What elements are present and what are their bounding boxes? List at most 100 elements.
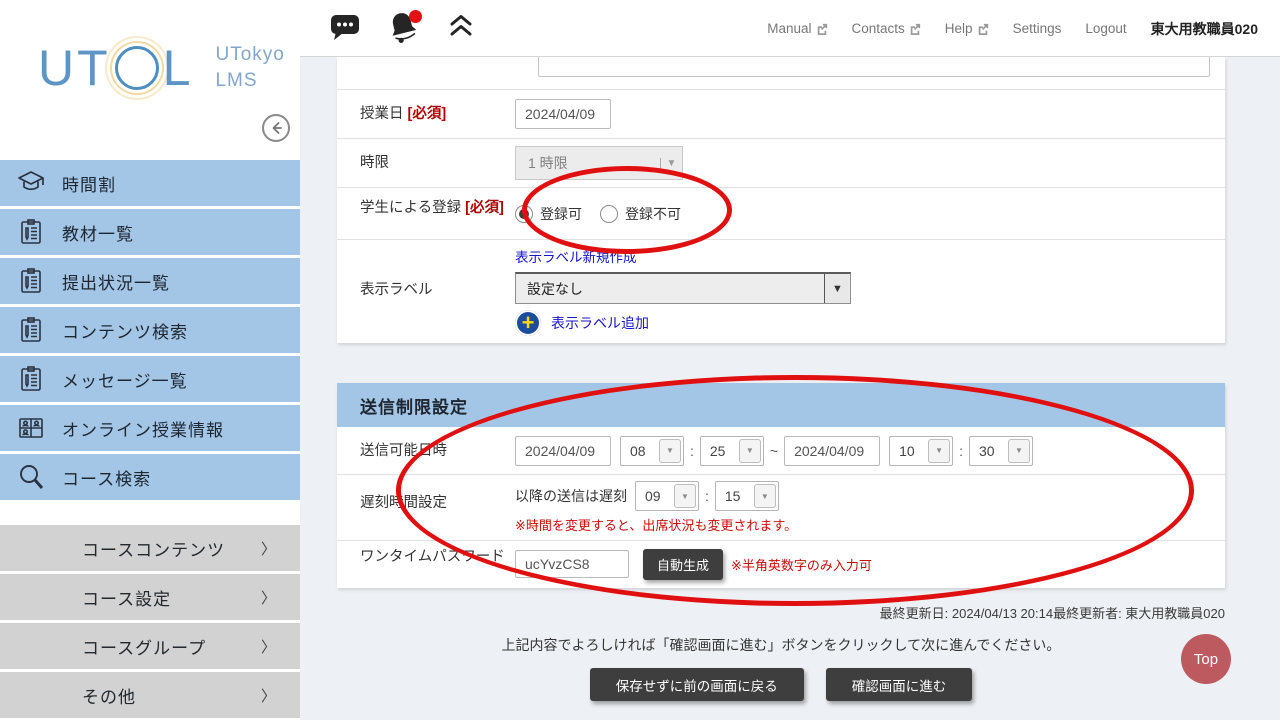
otp-input[interactable]	[515, 550, 629, 578]
course-search-icon	[0, 462, 62, 492]
help-link[interactable]: Help	[945, 21, 989, 36]
sidebar-item-label: コンテンツ検索	[62, 318, 188, 343]
available-to-minute-select[interactable]: 30 ▼	[969, 436, 1033, 466]
sidebar-item-course-settings[interactable]: コース設定 〉	[0, 574, 300, 620]
spinner-down-icon: ▼	[1008, 439, 1030, 463]
scroll-top-button[interactable]: Top	[1181, 634, 1231, 684]
available-from-minute-select[interactable]: 25 ▼	[700, 436, 764, 466]
sidebar-item-label: 提出状況一覧	[62, 269, 170, 294]
late-time-label: 遅刻時間設定	[337, 475, 515, 540]
required-badge: [必須]	[465, 200, 504, 216]
chevron-right-icon: 〉	[261, 685, 276, 706]
message-bubble-icon[interactable]	[328, 10, 362, 47]
external-link-icon	[977, 23, 989, 35]
class-date-label: 授業日	[360, 106, 404, 122]
proceed-confirm-button[interactable]: 確認画面に進む	[826, 668, 973, 701]
sidebar-item-online-class[interactable]: オンライン授業情報	[0, 405, 300, 451]
send-available-label: 送信可能日時	[337, 427, 515, 474]
student-reg-label: 学生による登録	[360, 200, 461, 216]
radio-selected-icon	[515, 205, 533, 223]
sidebar-item-course-contents[interactable]: コースコンテンツ 〉	[0, 525, 300, 571]
row-late-time: 遅刻時間設定 以降の送信は遅刻 09 ▼ : 15 ▼	[337, 475, 1225, 541]
content-search-icon	[0, 315, 62, 345]
notification-badge	[409, 10, 422, 23]
late-hour-select[interactable]: 09 ▼	[635, 481, 699, 511]
sidebar-item-submissions[interactable]: 提出状況一覧	[0, 258, 300, 304]
period-select: 1 時限 ▼	[515, 146, 683, 180]
page: UT L UTokyo LMS 時間割 教材一	[0, 0, 1280, 720]
add-display-label[interactable]: + 表示ラベル追加	[515, 310, 649, 336]
topbar: Manual Contacts Help Settings Logout 東大用…	[300, 0, 1280, 57]
available-from-hour-select[interactable]: 08 ▼	[620, 436, 684, 466]
sidebar-item-others[interactable]: その他 〉	[0, 672, 300, 718]
send-limit-header: 送信制限設定	[337, 383, 1225, 427]
main-content: 授業日 [必須] 時限 1 時限 ▼ 学生による登録	[300, 57, 1280, 720]
auto-generate-button[interactable]: 自動生成	[643, 549, 723, 580]
spinner-down-icon: ▼	[928, 439, 950, 463]
external-link-icon	[909, 23, 921, 35]
timetable-icon	[0, 168, 62, 198]
radio-registration-denied[interactable]: 登録不可	[600, 204, 681, 224]
chevron-down-icon: ▼	[824, 274, 850, 303]
row-student-registration: 学生による登録 [必須] 登録可 登録不可	[337, 188, 1225, 240]
arrow-left-icon	[268, 120, 284, 136]
messages-icon	[0, 364, 62, 394]
available-to-hour-select[interactable]: 10 ▼	[889, 436, 953, 466]
partial-text-input[interactable]	[538, 57, 1210, 77]
class-date-input[interactable]	[515, 99, 611, 129]
late-minute-select[interactable]: 15 ▼	[715, 481, 779, 511]
period-label: 時限	[337, 139, 515, 187]
settings-link[interactable]: Settings	[1013, 21, 1062, 36]
available-to-date-input[interactable]	[784, 436, 880, 466]
required-badge: [必須]	[408, 106, 447, 122]
sidebar-item-course-search[interactable]: コース検索	[0, 454, 300, 500]
instruction-text: 上記内容でよろしければ「確認画面に進む」ボタンをクリックして次に進んでください。	[337, 635, 1225, 655]
sidebar: UT L UTokyo LMS 時間割 教材一	[0, 0, 300, 720]
late-prefix-text: 以降の送信は遅刻	[515, 486, 627, 506]
back-without-save-button[interactable]: 保存せずに前の画面に戻る	[590, 668, 804, 701]
online-class-icon	[0, 413, 62, 443]
sidebar-collapse-button[interactable]	[262, 114, 290, 142]
otp-note: ※半角英数字のみ入力可	[731, 555, 872, 574]
last-updated-text: 最終更新日: 2024/04/13 20:14最終更新者: 東大用教職員020	[337, 603, 1225, 622]
topbar-icons	[328, 0, 474, 57]
sidebar-item-timetable[interactable]: 時間割	[0, 160, 300, 206]
late-warning-note: ※時間を変更すると、出席状況も変更されます。	[515, 515, 797, 534]
spinner-down-icon: ▼	[659, 439, 681, 463]
sidebar-course-nav: コースコンテンツ 〉 コース設定 〉 コースグループ 〉 その他 〉	[0, 525, 300, 720]
logo-text: UT L	[38, 43, 193, 93]
chevron-down-icon: ▼	[660, 158, 682, 169]
sidebar-item-label: メッセージ一覧	[62, 367, 188, 392]
external-link-icon	[816, 23, 828, 35]
logo-o-ring	[115, 46, 159, 90]
row-partial-input	[337, 57, 1225, 90]
topbar-links: Manual Contacts Help Settings Logout 東大用…	[767, 0, 1258, 57]
row-period: 時限 1 時限 ▼	[337, 139, 1225, 188]
create-display-label-link[interactable]: 表示ラベル新規作成	[515, 246, 637, 266]
sidebar-item-course-group[interactable]: コースグループ 〉	[0, 623, 300, 669]
logout-link[interactable]: Logout	[1085, 21, 1126, 36]
footer-buttons: 保存せずに前の画面に戻る 確認画面に進む	[337, 668, 1225, 701]
sidebar-main-nav: 時間割 教材一覧 提出状況一覧 コンテンツ検索	[0, 160, 300, 503]
chevron-right-icon: 〉	[261, 538, 276, 559]
collapse-up-icon[interactable]	[448, 12, 474, 45]
manual-link[interactable]: Manual	[767, 21, 827, 36]
sidebar-item-label: 時間割	[62, 171, 116, 196]
logo-subtitle: UTokyo LMS	[215, 42, 284, 93]
sidebar-item-content-search[interactable]: コンテンツ検索	[0, 307, 300, 353]
display-label-select[interactable]: 設定なし ▼	[515, 272, 851, 304]
radio-registration-allowed[interactable]: 登録可	[515, 204, 582, 224]
row-class-date: 授業日 [必須]	[337, 90, 1225, 139]
row-send-available: 送信可能日時 08 ▼ : 25 ▼ ~ 10	[337, 427, 1225, 475]
submissions-icon	[0, 266, 62, 296]
chevron-right-icon: 〉	[261, 587, 276, 608]
sidebar-item-materials[interactable]: 教材一覧	[0, 209, 300, 255]
contacts-link[interactable]: Contacts	[852, 21, 921, 36]
sidebar-item-messages[interactable]: メッセージ一覧	[0, 356, 300, 402]
notification-bell-icon[interactable]	[388, 10, 422, 48]
radio-unselected-icon	[600, 205, 618, 223]
chevron-right-icon: 〉	[261, 636, 276, 657]
available-from-date-input[interactable]	[515, 436, 611, 466]
logo-l: L	[163, 43, 194, 93]
spinner-down-icon: ▼	[674, 484, 696, 508]
